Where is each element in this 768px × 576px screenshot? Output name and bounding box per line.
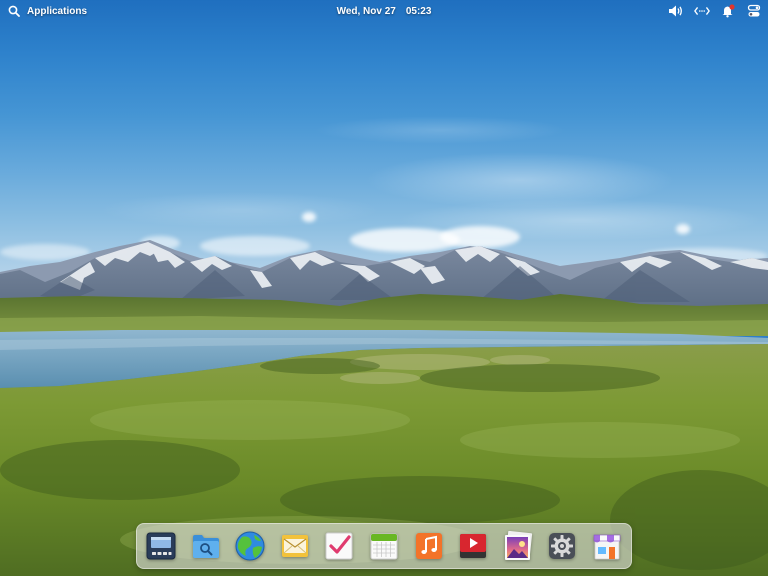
dock	[136, 523, 632, 569]
folder-search-icon	[191, 531, 221, 561]
play-icon	[458, 531, 488, 561]
multitasking-icon	[146, 531, 176, 561]
music-note-icon	[414, 531, 444, 561]
top-panel: Applications Wed, Nov 27 05:23	[0, 0, 768, 22]
landscape	[0, 240, 768, 576]
indicators	[668, 3, 762, 19]
session-toggle-icon[interactable]	[746, 3, 762, 19]
desktop-wallpaper	[0, 0, 768, 576]
date-label: Wed, Nov 27	[336, 5, 396, 17]
globe-icon	[234, 530, 266, 562]
network-wired-icon[interactable]	[694, 3, 710, 19]
applications-label: Applications	[27, 5, 88, 17]
dock-item-appcenter[interactable]	[590, 529, 624, 563]
search-icon	[6, 3, 22, 19]
envelope-icon	[280, 531, 310, 561]
photos-icon	[503, 531, 533, 561]
dock-item-tasks[interactable]	[322, 529, 356, 563]
dock-item-music[interactable]	[412, 529, 446, 563]
speaker-volume-icon[interactable]	[668, 3, 684, 19]
dock-item-photos[interactable]	[501, 529, 535, 563]
time-label: 05:23	[405, 5, 432, 17]
checkmark-icon	[324, 531, 354, 561]
bell-icon[interactable]	[720, 3, 736, 19]
dock-item-videos[interactable]	[456, 529, 490, 563]
store-icon	[592, 531, 622, 561]
dock-item-multitasking-view[interactable]	[144, 529, 178, 563]
dock-item-calendar[interactable]	[367, 529, 401, 563]
dock-item-web-browser[interactable]	[233, 529, 267, 563]
datetime-indicator[interactable]: Wed, Nov 27 05:23	[337, 0, 432, 22]
dock-item-mail[interactable]	[278, 529, 312, 563]
applications-menu-button[interactable]: Applications	[6, 3, 87, 19]
dock-item-files[interactable]	[189, 529, 223, 563]
calendar-icon	[369, 531, 399, 561]
gear-icon	[547, 531, 577, 561]
notification-badge	[729, 4, 735, 10]
dock-item-system-settings[interactable]	[545, 529, 579, 563]
